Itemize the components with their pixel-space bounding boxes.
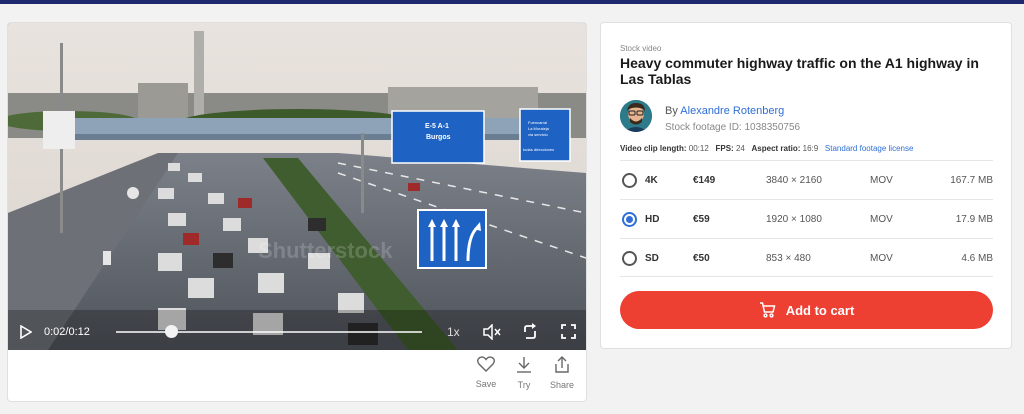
radio-hd[interactable] bbox=[622, 212, 637, 227]
file-size: 17.9 MB bbox=[955, 214, 993, 225]
time-display: 0:02/0:12 bbox=[44, 326, 90, 338]
sign-top-code: E-5 A-1 bbox=[425, 123, 449, 130]
clip-meta: Video clip length: 00:12 FPS: 24 Aspect … bbox=[620, 144, 913, 153]
file-size: 4.6 MB bbox=[961, 253, 993, 264]
current-time: 0:02 bbox=[44, 326, 66, 338]
top-bar bbox=[0, 0, 1024, 4]
quality-label: HD bbox=[645, 214, 660, 225]
seek-bar[interactable] bbox=[116, 331, 422, 333]
watermark: Shutterstock bbox=[258, 238, 393, 263]
speed-control[interactable]: 1x bbox=[447, 325, 460, 339]
price: €59 bbox=[693, 214, 710, 225]
resolution: 1920 × 1080 bbox=[766, 214, 822, 225]
cart-icon bbox=[759, 302, 776, 318]
quality-label: 4K bbox=[645, 175, 658, 186]
page-title: Heavy commuter highway traffic on the A1… bbox=[620, 55, 979, 87]
length-value: 00:12 bbox=[688, 144, 709, 153]
sign-top-city: Burgos bbox=[426, 134, 451, 141]
resolution: 3840 × 2160 bbox=[766, 175, 822, 186]
sign-right-line1: Fuencarral bbox=[528, 120, 548, 125]
option-sd[interactable]: SD €50 853 × 480 MOV 4.6 MB bbox=[620, 238, 993, 277]
option-hd[interactable]: HD €59 1920 × 1080 MOV 17.9 MB bbox=[620, 199, 993, 238]
sign-right-line2: La Moraleja bbox=[528, 126, 549, 131]
resolution: 853 × 480 bbox=[766, 253, 811, 264]
sign-right-line4: todas direcciones bbox=[523, 147, 555, 152]
file-size: 167.7 MB bbox=[950, 175, 993, 186]
fps-value: 24 bbox=[735, 144, 745, 153]
share-label: Share bbox=[549, 380, 575, 390]
price: €50 bbox=[693, 253, 710, 264]
content-type-label: Stock video bbox=[620, 44, 662, 53]
stock-footage-id: Stock footage ID: 1038350756 bbox=[665, 122, 801, 133]
player-controls: 0:02/0:12 1x bbox=[8, 316, 586, 350]
info-card: Stock video Heavy commuter highway traff… bbox=[600, 22, 1012, 349]
avatar[interactable] bbox=[620, 100, 652, 132]
aspect-value: 16:9 bbox=[802, 144, 819, 153]
sign-right-line3: via servicio bbox=[528, 132, 548, 137]
format: MOV bbox=[870, 214, 893, 225]
radio-4k[interactable] bbox=[622, 173, 637, 188]
fps-label: FPS: bbox=[715, 144, 734, 153]
duration: /0:12 bbox=[65, 326, 90, 338]
by-prefix: By bbox=[665, 105, 678, 117]
author-link[interactable]: Alexandre Rotenberg bbox=[680, 105, 784, 117]
license-link[interactable]: Standard footage license bbox=[825, 144, 914, 153]
share-action[interactable]: Share bbox=[542, 356, 582, 390]
add-to-cart-button[interactable]: Add to cart bbox=[620, 291, 993, 329]
video-card: E-5 A-1 Burgos Fuencarral La Moraleja vi… bbox=[7, 22, 587, 402]
aspect-label: Aspect ratio: bbox=[751, 144, 801, 153]
seek-knob[interactable] bbox=[164, 325, 178, 338]
quality-label: SD bbox=[645, 253, 659, 264]
add-to-cart-label: Add to cart bbox=[785, 302, 855, 318]
share-icon bbox=[555, 356, 569, 373]
option-4k[interactable]: 4K €149 3840 × 2160 MOV 167.7 MB bbox=[620, 160, 993, 199]
save-label: Save bbox=[475, 379, 497, 389]
try-label: Try bbox=[517, 380, 531, 390]
download-icon bbox=[517, 357, 531, 373]
byline: By Alexandre Rotenberg bbox=[665, 105, 784, 117]
format: MOV bbox=[870, 175, 893, 186]
price: €149 bbox=[693, 175, 716, 186]
length-label: Video clip length: bbox=[620, 144, 687, 153]
heart-icon bbox=[477, 356, 495, 372]
video-player[interactable]: E-5 A-1 Burgos Fuencarral La Moraleja vi… bbox=[8, 23, 586, 350]
format: MOV bbox=[870, 253, 893, 264]
try-action[interactable]: Try bbox=[504, 356, 544, 390]
save-action[interactable]: Save bbox=[466, 356, 506, 389]
video-frame bbox=[8, 23, 586, 350]
radio-sd[interactable] bbox=[622, 251, 637, 266]
